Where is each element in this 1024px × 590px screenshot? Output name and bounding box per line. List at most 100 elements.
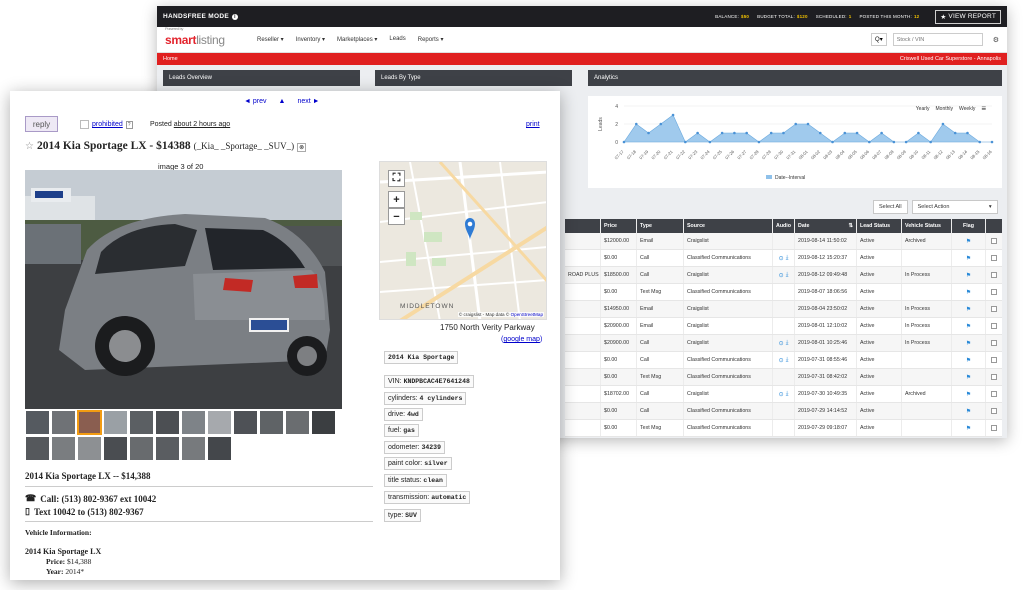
lead-audio[interactable]: ⊙ ⤓ <box>773 267 795 283</box>
openstreetmap-link[interactable]: OpenStreetMap <box>511 312 543 317</box>
attribute-tag[interactable]: transmission: automatic <box>384 491 471 504</box>
lead-audio[interactable]: ⊙ ⤓ <box>773 335 795 351</box>
hide-icon[interactable]: ⊗ <box>297 143 307 152</box>
play-icon[interactable]: ⊙ <box>779 357 784 364</box>
photo-thumbnail[interactable] <box>285 410 310 435</box>
checkbox[interactable] <box>991 340 997 346</box>
nav-leads[interactable]: Leads <box>389 36 405 43</box>
row-checkbox[interactable] <box>986 369 1002 385</box>
flag-icon[interactable]: ⚑ <box>966 272 971 279</box>
stock-vin-input[interactable] <box>892 33 983 46</box>
col-lead-status[interactable]: Lead Status <box>857 219 902 233</box>
flag-icon[interactable]: ⚑ <box>966 340 971 347</box>
photo-thumbnail[interactable] <box>25 436 50 461</box>
play-icon[interactable]: ⊙ <box>779 255 784 262</box>
col-price[interactable]: Price <box>601 219 637 233</box>
nav-reseller[interactable]: Reseller ▾ <box>257 36 284 43</box>
flag-icon[interactable]: ⚑ <box>966 306 971 313</box>
table-row[interactable]: $0.00 Call Classified Communications ⊙ ⤓ 2019… <box>565 250 1002 267</box>
checkbox[interactable] <box>991 255 997 261</box>
table-row[interactable]: $20900.00 Call Craigslist ⊙ ⤓ 2019-08-01 10:2… <box>565 335 1002 352</box>
checkbox[interactable] <box>991 425 997 431</box>
play-icon[interactable]: ⊙ <box>779 272 784 279</box>
checkbox[interactable] <box>991 357 997 363</box>
flag-icon[interactable]: ⚑ <box>966 323 971 330</box>
table-row[interactable]: ROAD PLUS $18500.00 Call Craigslist ⊙ ⤓ 2019-0… <box>565 267 1002 284</box>
photo-thumbnail[interactable] <box>233 410 258 435</box>
table-row[interactable]: $0.00 Call Classified Communications ⊙ ⤓ 2019… <box>565 352 1002 369</box>
prohibited-link[interactable]: prohibited <box>92 121 123 128</box>
row-checkbox[interactable] <box>986 284 1002 300</box>
lead-audio[interactable]: ⊙ ⤓ <box>773 386 795 402</box>
handsfree-mode[interactable]: HANDSFREE MODE i <box>163 13 238 20</box>
checkbox[interactable] <box>991 306 997 312</box>
checkbox[interactable] <box>991 391 997 397</box>
download-icon[interactable]: ⤓ <box>786 340 789 347</box>
text-line[interactable]: ▯ Text 10042 to (513) 802-9367 <box>25 506 144 517</box>
posted-ago-link[interactable]: about 2 hours ago <box>174 121 230 128</box>
col-source[interactable]: Source <box>684 219 773 233</box>
attribute-tag[interactable]: fuel: gas <box>384 424 419 437</box>
prev-link[interactable]: ◄ prev <box>244 98 267 105</box>
checkbox[interactable] <box>991 374 997 380</box>
photo-thumbnail[interactable] <box>155 410 180 435</box>
row-checkbox[interactable] <box>986 420 1002 436</box>
download-icon[interactable]: ⤓ <box>786 357 789 364</box>
lead-flag[interactable]: ⚑ <box>952 369 986 385</box>
flag-icon[interactable]: ⚑ <box>966 238 971 245</box>
row-checkbox[interactable] <box>986 386 1002 402</box>
reply-button[interactable]: reply <box>25 116 58 132</box>
google-map-link[interactable]: (google map) <box>501 336 542 343</box>
attribute-tag[interactable]: drive: 4wd <box>384 408 423 421</box>
photo-thumbnail[interactable] <box>77 410 102 435</box>
table-row[interactable]: $0.00 Call Classified Communications 2019-0… <box>565 403 1002 420</box>
lead-flag[interactable]: ⚑ <box>952 233 986 249</box>
flag-icon[interactable]: ⚑ <box>966 357 971 364</box>
photo-thumbnail[interactable] <box>51 410 76 435</box>
row-checkbox[interactable] <box>986 250 1002 266</box>
next-link[interactable]: next ► <box>297 98 319 105</box>
download-icon[interactable]: ⤓ <box>786 272 789 279</box>
zoom-out-button[interactable]: − <box>388 208 405 225</box>
table-row[interactable]: $20900.00 Email Craigslist 2019-08-01 12:10… <box>565 318 1002 335</box>
photo-thumbnail[interactable] <box>25 410 50 435</box>
attribute-tag[interactable]: title status: clean <box>384 474 447 487</box>
breadcrumb-home[interactable]: Home <box>163 56 178 62</box>
hamburger-menu-icon[interactable]: ≡ <box>981 104 986 113</box>
select-all-button[interactable]: Select All <box>873 200 908 214</box>
checkbox[interactable] <box>991 323 997 329</box>
photo-thumbnail[interactable] <box>155 436 180 461</box>
table-row[interactable]: $0.00 Text Msg Classified Communications 20… <box>565 284 1002 301</box>
lead-flag[interactable]: ⚑ <box>952 250 986 266</box>
checkbox[interactable] <box>991 272 997 278</box>
attribute-tag[interactable]: paint color: silver <box>384 457 452 470</box>
gear-icon[interactable]: ⚙ <box>993 36 999 44</box>
attribute-tag[interactable]: cylinders: 4 cylinders <box>384 392 467 405</box>
flag-icon[interactable]: ⚑ <box>966 374 971 381</box>
row-checkbox[interactable] <box>986 233 1002 249</box>
photo-thumbnail[interactable] <box>103 410 128 435</box>
toggle-yearly[interactable]: Yearly <box>916 106 930 112</box>
table-row[interactable]: $18702.00 Call Craigslist ⊙ ⤓ 2019-07-30 10:4… <box>565 386 1002 403</box>
location-map[interactable]: ⛶ + − MIDDLETOWN © craigslist - Map data… <box>379 161 547 320</box>
up-link[interactable]: ▲ <box>279 98 286 105</box>
table-row[interactable]: $0.00 Text Msg Classified Communications 20… <box>565 369 1002 386</box>
nav-reports[interactable]: Reports ▾ <box>418 36 444 43</box>
row-checkbox[interactable] <box>986 267 1002 283</box>
attribute-tag[interactable]: VIN: KNDPBCAC4E7641248 <box>384 375 474 388</box>
lead-audio[interactable]: ⊙ ⤓ <box>773 250 795 266</box>
checkbox[interactable] <box>991 289 997 295</box>
table-row[interactable]: $0.00 Text Msg Classified Communications 20… <box>565 420 1002 437</box>
flag-icon[interactable]: ⚑ <box>966 408 971 415</box>
row-checkbox[interactable] <box>986 335 1002 351</box>
fullscreen-icon[interactable]: ⛶ <box>388 170 405 187</box>
print-link[interactable]: print <box>526 121 540 128</box>
photo-thumbnail[interactable] <box>103 436 128 461</box>
help-icon[interactable]: ? <box>125 120 133 129</box>
lead-flag[interactable]: ⚑ <box>952 318 986 334</box>
nav-marketplaces[interactable]: Marketplaces ▾ <box>337 36 377 43</box>
row-checkbox[interactable] <box>986 403 1002 419</box>
table-row[interactable]: $14950.00 Email Craigslist 2019-08-04 23:50… <box>565 301 1002 318</box>
col-vehicle-status[interactable]: Vehicle Status <box>902 219 952 233</box>
photo-thumbnail[interactable] <box>181 410 206 435</box>
